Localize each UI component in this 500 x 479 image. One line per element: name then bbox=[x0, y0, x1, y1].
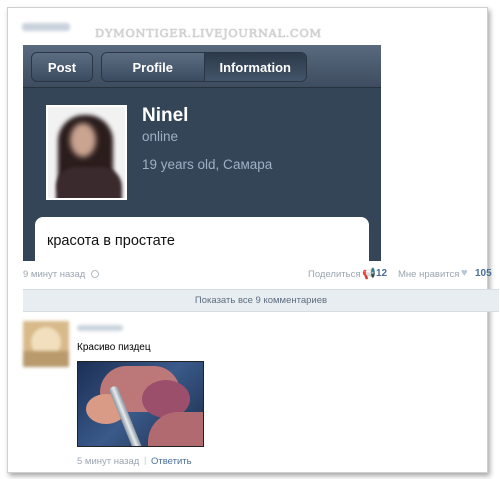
post-time[interactable]: 9 минут назад bbox=[23, 269, 85, 280]
embedded-app-screenshot: Post Profile Information Ninel online 19… bbox=[23, 45, 381, 261]
show-all-comments-button[interactable]: Показать все 9 комментариев bbox=[23, 289, 499, 312]
comment-time[interactable]: 5 минут назад bbox=[77, 456, 139, 467]
like-count: 105 bbox=[475, 268, 492, 279]
like-button[interactable]: Мне нравится bbox=[398, 269, 459, 280]
comment-image-attachment[interactable] bbox=[77, 361, 204, 447]
share-count: 12 bbox=[376, 268, 388, 279]
post-card: DYMONTIGER.LIVEJOURNAL.COM Post Profile … bbox=[7, 7, 499, 473]
profile-status: online bbox=[142, 129, 179, 144]
comment-text: Красиво пиздец bbox=[77, 342, 151, 353]
watermark: DYMONTIGER.LIVEJOURNAL.COM bbox=[95, 26, 322, 40]
share-button[interactable]: Поделиться bbox=[308, 269, 360, 280]
profile-post-text: красота в простате bbox=[47, 233, 175, 249]
profile-photo bbox=[46, 105, 127, 200]
tab-profile[interactable]: Profile bbox=[102, 53, 204, 81]
reply-link[interactable]: Ответить bbox=[151, 456, 192, 467]
tab-information[interactable]: Information bbox=[203, 53, 306, 81]
comment-meta-separator: | bbox=[144, 455, 147, 466]
profile-segmented-control: Profile Information bbox=[101, 52, 307, 82]
heart-icon[interactable]: ♥ bbox=[461, 267, 468, 279]
profile-info: 19 years old, Самара bbox=[142, 157, 273, 172]
profile-name: Ninel bbox=[142, 105, 189, 126]
comment-avatar[interactable] bbox=[23, 321, 69, 367]
post-back-button[interactable]: Post bbox=[31, 52, 93, 82]
profile-post-bubble: красота в простате bbox=[35, 217, 369, 261]
clock-icon bbox=[91, 270, 99, 278]
megaphone-icon[interactable]: 📢 bbox=[362, 267, 376, 280]
comment-author-blurred[interactable] bbox=[77, 325, 123, 331]
post-author-blurred[interactable] bbox=[22, 23, 70, 31]
app-navigation-bar: Post Profile Information bbox=[23, 45, 381, 88]
